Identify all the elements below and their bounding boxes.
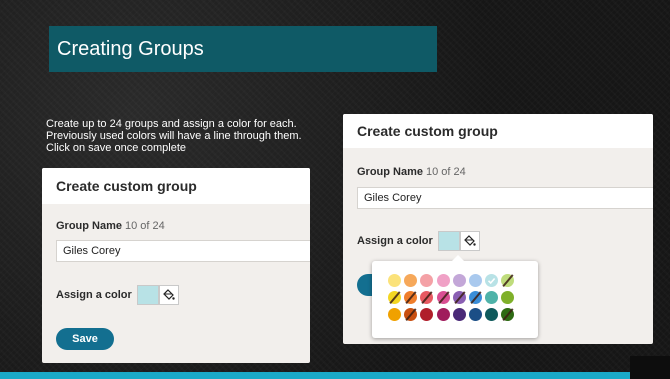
group-name-label-row: Group Name 10 of 24 [357, 166, 466, 178]
slide-description: Create up to 24 groups and assign a colo… [46, 118, 302, 154]
color-swatch-option[interactable] [420, 291, 434, 304]
color-swatch-option[interactable] [388, 291, 401, 304]
selected-color-swatch[interactable] [136, 285, 159, 305]
color-swatch-option[interactable] [452, 308, 466, 321]
assign-color-row: Assign a color [56, 285, 179, 305]
color-swatch-option[interactable] [501, 274, 515, 287]
color-swatch-option[interactable] [452, 274, 466, 287]
color-swatch-option[interactable] [485, 274, 499, 287]
slide-title-box: Creating Groups [49, 26, 437, 72]
check-icon [488, 277, 496, 285]
save-button[interactable]: Save [56, 328, 114, 350]
assign-color-row: Assign a color [357, 231, 480, 251]
color-swatch-option[interactable] [452, 291, 466, 304]
group-name-input[interactable]: Giles Corey [56, 240, 310, 262]
char-count: 10 of 24 [125, 220, 165, 232]
color-swatch-option[interactable] [420, 308, 434, 321]
assign-color-label: Assign a color [56, 289, 132, 301]
color-swatch-option[interactable] [404, 274, 418, 287]
group-name-value: Giles Corey [63, 245, 121, 257]
group-name-value: Giles Corey [364, 192, 422, 204]
paint-bucket-icon[interactable] [158, 285, 179, 305]
bottom-corner-block [630, 356, 670, 379]
slide-title: Creating Groups [57, 37, 204, 60]
group-name-label: Group Name [56, 220, 123, 232]
color-swatch-option[interactable] [469, 274, 482, 287]
assign-color-label: Assign a color [357, 235, 433, 247]
group-name-label: Group Name [357, 166, 424, 178]
color-swatch-option[interactable] [436, 274, 450, 287]
color-swatch-option[interactable] [469, 308, 482, 321]
char-count: 10 of 24 [426, 166, 466, 178]
paint-bucket-icon[interactable] [459, 231, 480, 251]
bottom-accent-bar [0, 372, 630, 379]
left-create-group-dialog: Create custom group Group Name 10 of 24 G… [42, 168, 310, 363]
color-picker-popover [372, 255, 538, 338]
group-name-input[interactable]: Giles Corey [357, 187, 653, 209]
group-name-label-row: Group Name 10 of 24 [56, 220, 165, 232]
dialog-header: Create custom group [343, 114, 653, 148]
color-swatch-option[interactable] [501, 308, 515, 321]
color-swatch-option[interactable] [420, 274, 434, 287]
color-swatch-option[interactable] [404, 308, 418, 321]
color-swatch-option[interactable] [501, 291, 515, 304]
dialog-header: Create custom group [42, 168, 310, 204]
dialog-title: Create custom group [56, 178, 197, 194]
dialog-title: Create custom group [357, 123, 498, 139]
color-swatch-option[interactable] [436, 308, 450, 321]
color-swatch-option[interactable] [469, 291, 482, 304]
color-swatch-option[interactable] [388, 308, 401, 321]
color-swatch-option[interactable] [436, 291, 450, 304]
color-swatch-option[interactable] [485, 291, 499, 304]
color-swatch-option[interactable] [388, 274, 401, 287]
selected-color-swatch[interactable] [437, 231, 460, 251]
color-swatch-option[interactable] [404, 291, 418, 304]
color-swatch-option[interactable] [485, 308, 499, 321]
